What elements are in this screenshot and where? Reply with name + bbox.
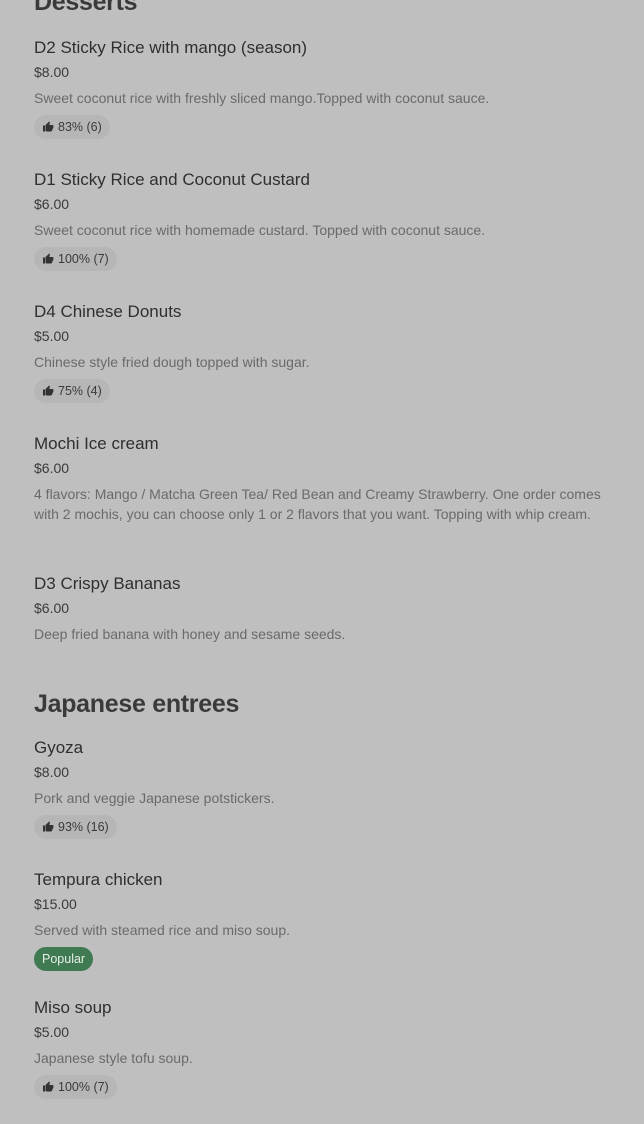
menu-item[interactable]: D2 Sticky Rice with mango (season) $8.00… — [34, 38, 614, 139]
item-description: Chinese style fried dough topped with su… — [34, 354, 310, 370]
popular-badge: Popular — [34, 947, 94, 971]
menu-item[interactable]: Mochi Ice cream $6.00 4 flavors: Mango /… — [34, 434, 614, 524]
menu-item[interactable]: D4 Chinese Donuts $5.00 Chinese style fr… — [34, 302, 614, 403]
menu-item[interactable]: D1 Sticky Rice and Coconut Custard $6.00… — [34, 170, 614, 271]
menu-item[interactable]: Miso soup $5.00 Japanese style tofu soup… — [34, 998, 614, 1099]
rating-text: 93% (16) — [58, 820, 109, 834]
section-title-japanese-entrees: Japanese entrees — [34, 690, 240, 718]
item-name: Gyoza — [34, 738, 84, 757]
item-price: $6.00 — [34, 460, 70, 476]
item-name: Miso soup — [34, 998, 112, 1017]
item-description: 4 flavors: Mango / Matcha Green Tea/ Red… — [34, 486, 601, 522]
item-description: Deep fried banana with honey and sesame … — [34, 626, 346, 642]
thumbs-up-icon — [43, 253, 54, 264]
rating-text: 100% (7) — [58, 1080, 109, 1094]
item-name: D2 Sticky Rice with mango (season) — [34, 38, 308, 57]
item-description: Served with steamed rice and miso soup. — [34, 922, 291, 938]
thumbs-up-icon — [43, 385, 54, 396]
item-price: $8.00 — [34, 64, 70, 80]
item-name: D4 Chinese Donuts — [34, 302, 182, 321]
rating-badge: 83% (6) — [34, 115, 110, 139]
item-description: Pork and veggie Japanese potstickers. — [34, 790, 275, 806]
item-price: $8.00 — [34, 764, 70, 780]
rating-text: 75% (4) — [58, 384, 102, 398]
rating-badge: 100% (7) — [34, 1075, 117, 1099]
item-name: D1 Sticky Rice and Coconut Custard — [34, 170, 310, 189]
menu-item[interactable]: Tempura chicken $15.00 Served with steam… — [34, 870, 614, 971]
thumbs-up-icon — [43, 121, 54, 132]
item-price: $6.00 — [34, 196, 70, 212]
item-description: Sweet coconut rice with homemade custard… — [34, 222, 486, 238]
rating-badge: 100% (7) — [34, 247, 117, 271]
section-title-desserts: Desserts — [34, 0, 138, 16]
item-name: Tempura chicken — [34, 870, 163, 889]
item-price: $5.00 — [34, 1024, 70, 1040]
item-price: $5.00 — [34, 328, 70, 344]
menu-item[interactable]: Gyoza $8.00 Pork and veggie Japanese pot… — [34, 738, 614, 839]
menu-item[interactable]: D3 Crispy Bananas $6.00 Deep fried banan… — [34, 574, 614, 644]
item-price: $6.00 — [34, 600, 70, 616]
rating-text: 100% (7) — [58, 252, 109, 266]
rating-text: 83% (6) — [58, 120, 102, 134]
item-description: Japanese style tofu soup. — [34, 1050, 193, 1066]
item-name: D3 Crispy Bananas — [34, 574, 181, 593]
rating-badge: 75% (4) — [34, 379, 110, 403]
item-name: Mochi Ice cream — [34, 434, 159, 453]
thumbs-up-icon — [43, 821, 54, 832]
item-description: Sweet coconut rice with freshly sliced m… — [34, 90, 490, 106]
item-price: $15.00 — [34, 896, 77, 912]
rating-badge: 93% (16) — [34, 815, 117, 839]
thumbs-up-icon — [43, 1081, 54, 1092]
